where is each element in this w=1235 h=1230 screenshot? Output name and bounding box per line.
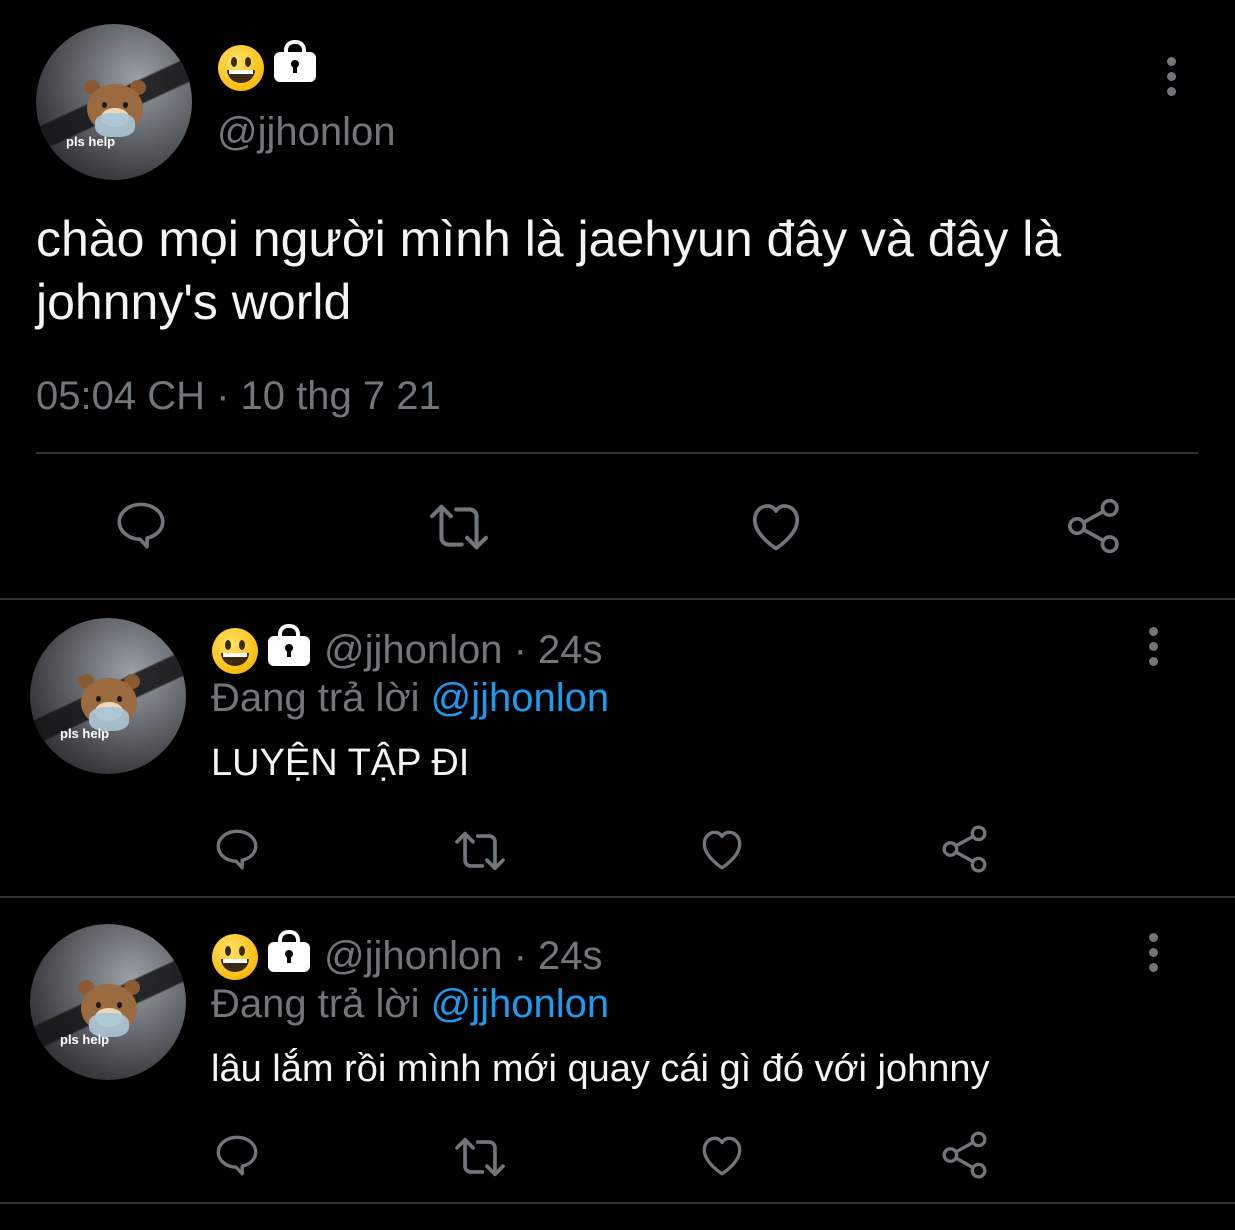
reply-tweet: pls help @jjhonlon · 24s Đang trả lời @j… <box>0 600 1235 898</box>
reply-button[interactable] <box>212 824 262 874</box>
main-tweet: pls help @jjhonlon chào mọi người mình l… <box>0 0 1235 600</box>
avatar[interactable]: pls help <box>30 618 186 774</box>
lock-icon <box>268 930 310 972</box>
author-handle[interactable]: @jjhonlon <box>324 628 503 672</box>
more-options-icon[interactable] <box>1143 627 1163 672</box>
avatar-caption: pls help <box>60 726 110 741</box>
grinning-face-icon <box>212 934 258 980</box>
author-handle[interactable]: @jjhonlon <box>217 110 396 155</box>
divider <box>0 896 1235 898</box>
more-options-icon[interactable] <box>1143 933 1163 978</box>
reply-button[interactable] <box>112 496 170 554</box>
retweet-icon <box>455 831 505 871</box>
tweet-header: @jjhonlon · 24s <box>324 934 603 979</box>
retweet-button[interactable] <box>452 828 508 874</box>
replying-to-label: Đang trả lời <box>211 676 420 720</box>
like-button[interactable] <box>697 1130 747 1180</box>
retweet-button[interactable] <box>452 1134 508 1180</box>
like-button[interactable] <box>697 824 747 874</box>
grinning-face-icon <box>212 628 258 674</box>
more-options-icon[interactable] <box>1161 57 1181 102</box>
avatar[interactable]: pls help <box>30 924 186 1080</box>
share-icon <box>1068 498 1119 554</box>
share-icon <box>942 825 987 873</box>
tweet-timestamp[interactable]: 05:04 CH · 10 thg 7 21 <box>36 374 441 419</box>
heart-icon <box>702 830 742 870</box>
reply-button[interactable] <box>212 1130 262 1180</box>
share-button[interactable] <box>940 1130 990 1180</box>
replying-to: Đang trả lời @jjhonlon <box>211 676 609 721</box>
heart-icon <box>752 504 800 551</box>
heart-icon <box>702 1136 742 1176</box>
tweet-text: lâu lắm rồi mình mới quay cái gì đó với … <box>211 1048 990 1090</box>
tweet-time[interactable]: · 24s <box>514 628 603 672</box>
mention-link[interactable]: @jjhonlon <box>431 676 610 720</box>
lock-icon <box>268 624 310 666</box>
retweet-icon <box>429 504 489 550</box>
author-handle[interactable]: @jjhonlon <box>324 934 503 978</box>
avatar-caption: pls help <box>66 134 116 149</box>
tweet-time[interactable]: · 24s <box>514 934 603 978</box>
replying-to-label: Đang trả lời <box>211 982 420 1026</box>
mention-link[interactable]: @jjhonlon <box>431 982 610 1026</box>
lock-icon <box>274 40 316 82</box>
share-icon <box>942 1131 987 1179</box>
replying-to: Đang trả lời @jjhonlon <box>211 982 609 1027</box>
reply-icon <box>216 1135 258 1176</box>
reply-tweet: pls help @jjhonlon · 24s Đang trả lời @j… <box>0 906 1235 1206</box>
share-button[interactable] <box>940 824 990 874</box>
tweet-header: @jjhonlon · 24s <box>324 628 603 673</box>
avatar-caption: pls help <box>60 1032 110 1047</box>
retweet-button[interactable] <box>426 500 492 554</box>
reply-icon <box>216 829 258 870</box>
retweet-icon <box>455 1137 505 1177</box>
like-button[interactable] <box>746 497 806 555</box>
tweet-text: chào mọi người mình là jaehyun đây và đâ… <box>36 211 1062 330</box>
tweet-text: LUYỆN TẬP ĐI <box>211 742 470 784</box>
divider <box>0 1202 1235 1204</box>
reply-icon <box>117 502 165 549</box>
avatar[interactable]: pls help <box>36 24 192 180</box>
share-button[interactable] <box>1064 497 1124 555</box>
divider <box>36 452 1198 454</box>
grinning-face-icon <box>218 45 264 91</box>
